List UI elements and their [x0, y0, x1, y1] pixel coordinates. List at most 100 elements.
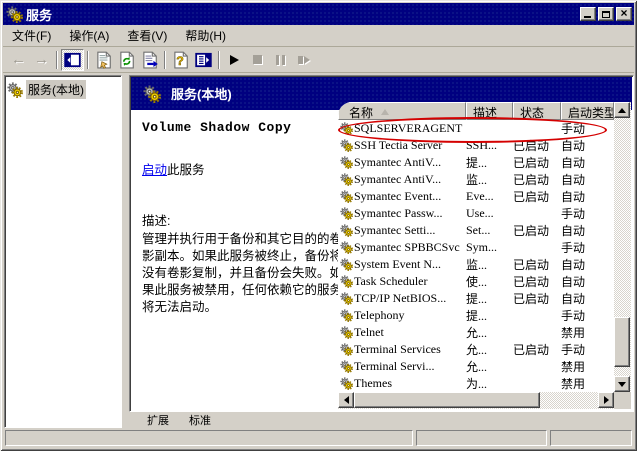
horizontal-scroll-thumb[interactable] — [354, 392, 540, 408]
scroll-left-icon — [344, 396, 349, 404]
maximize-button[interactable] — [598, 7, 614, 21]
service-row[interactable]: Symantec Passw... Use... 手动 — [338, 205, 614, 222]
tree-item-services-local[interactable]: 服务(本地) — [7, 80, 119, 99]
service-status: 已启动 — [513, 290, 561, 307]
column-header-startup-type[interactable]: 启动类型 — [561, 102, 614, 120]
menu-action[interactable]: 操作(A) — [60, 25, 118, 46]
service-startup-type: 自动 — [561, 188, 614, 205]
service-startup-type: 自动 — [561, 154, 614, 171]
refresh-icon — [117, 51, 136, 69]
service-gears-icon — [338, 326, 354, 339]
scrollbar-corner — [614, 392, 631, 409]
column-header-name[interactable]: 名称 — [338, 102, 466, 120]
service-description: 提... — [466, 307, 513, 324]
service-startup-type: 禁用 — [561, 375, 614, 392]
service-row[interactable]: Task Scheduler 使... 已启动 自动 — [338, 273, 614, 290]
column-name-label: 名称 — [349, 104, 373, 121]
show-console-tree-button[interactable] — [61, 49, 84, 71]
service-startup-type: 自动 — [561, 290, 614, 307]
vertical-scrollbar[interactable] — [614, 102, 631, 392]
service-description: Sym... — [466, 240, 513, 255]
service-gears-icon — [338, 292, 354, 305]
services-window: 服务 × 文件(F) 操作(A) 查看(V) 帮助(H) ← → — [0, 0, 637, 451]
scroll-left-button[interactable] — [338, 392, 354, 408]
service-row[interactable]: SQLSERVERAGENT 手动 — [338, 120, 614, 137]
service-name: Themes — [354, 376, 466, 391]
service-name: Telephony — [354, 308, 466, 323]
export-list-button[interactable] — [138, 49, 161, 71]
service-name: Symantec Event... — [354, 189, 466, 204]
pane-header-label: 服务(本地) — [171, 84, 232, 103]
right-column: 服务(本地) Volume Shadow Copy 启动此服务 描述: 管理并执… — [129, 75, 634, 428]
service-row[interactable]: Telephony 提... 手动 — [338, 307, 614, 324]
service-startup-type: 自动 — [561, 137, 614, 154]
service-name: Symantec AntiV... — [354, 155, 466, 170]
service-name: System Event N... — [354, 257, 466, 272]
service-startup-type: 自动 — [561, 256, 614, 273]
services-list: 名称 描述 状态 启动类型 SQLSERVERAGENT 手动 SSH Tect… — [338, 102, 631, 409]
service-row[interactable]: TCP/IP NetBIOS... 提... 已启动 自动 — [338, 290, 614, 307]
service-startup-type: 禁用 — [561, 358, 614, 375]
service-description: 监... — [466, 171, 513, 188]
services-pane: 服务(本地) Volume Shadow Copy 启动此服务 描述: 管理并执… — [129, 75, 634, 412]
toolbar-separator — [87, 51, 89, 69]
service-row[interactable]: Themes 为... 禁用 — [338, 375, 614, 392]
scroll-up-icon — [618, 108, 626, 113]
scroll-down-button[interactable] — [614, 376, 630, 392]
service-name: Symantec Setti... — [354, 223, 466, 238]
services-node-icon — [7, 82, 23, 98]
service-row[interactable]: System Event N... 监... 已启动 自动 — [338, 256, 614, 273]
service-row[interactable]: SSH Tectia Server SSH... 已启动 自动 — [338, 137, 614, 154]
scroll-right-button[interactable] — [598, 392, 614, 408]
back-button[interactable]: ← — [7, 49, 30, 71]
service-description: 提... — [466, 154, 513, 171]
extended-description-pane: Volume Shadow Copy 启动此服务 描述: 管理并执行用于备份和其… — [142, 120, 342, 316]
service-row[interactable]: Terminal Services 允... 已启动 手动 — [338, 341, 614, 358]
service-name: TCP/IP NetBIOS... — [354, 291, 466, 306]
title-bar[interactable]: 服务 × — [3, 3, 634, 25]
service-row[interactable]: Telnet 允... 禁用 — [338, 324, 614, 341]
service-row[interactable]: Symantec AntiV... 提... 已启动 自动 — [338, 154, 614, 171]
restart-service-button[interactable] — [292, 49, 315, 71]
menu-help[interactable]: 帮助(H) — [176, 25, 235, 46]
vertical-scroll-thumb[interactable] — [614, 317, 630, 367]
menu-file[interactable]: 文件(F) — [3, 25, 60, 46]
show-action-pane-button[interactable] — [192, 49, 215, 71]
service-row[interactable]: Symantec Setti... Set... 已启动 自动 — [338, 222, 614, 239]
service-name: SQLSERVERAGENT — [354, 121, 466, 136]
forward-button[interactable]: → — [30, 49, 53, 71]
tab-standard[interactable]: 标准 — [176, 412, 224, 427]
column-header-description[interactable]: 描述 — [466, 102, 513, 120]
minimize-button[interactable] — [580, 7, 596, 21]
column-startup-label: 启动类型 — [568, 104, 614, 121]
start-service-link[interactable]: 启动 — [142, 163, 167, 177]
service-row[interactable]: Symantec AntiV... 监... 已启动 自动 — [338, 171, 614, 188]
services-header-icon — [143, 85, 161, 103]
service-gears-icon — [338, 173, 354, 186]
service-description: Use... — [466, 206, 513, 221]
list-rows: SQLSERVERAGENT 手动 SSH Tectia Server SSH.… — [338, 120, 614, 392]
service-row[interactable]: Symantec Event... Eve... 已启动 自动 — [338, 188, 614, 205]
service-name: SSH Tectia Server — [354, 138, 466, 153]
menu-view[interactable]: 查看(V) — [118, 25, 176, 46]
help-button[interactable]: ? — [169, 49, 192, 71]
service-description: Set... — [466, 223, 513, 238]
service-row[interactable]: Symantec SPBBCSvc Sym... 手动 — [338, 239, 614, 256]
service-status: 已启动 — [513, 222, 561, 239]
close-button[interactable]: × — [616, 7, 632, 21]
description-text: 管理并执行用于备份和其它目的的卷影副本。如果此服务被终止，备份将没有卷影复制，并… — [142, 231, 342, 316]
stop-service-button[interactable] — [246, 49, 269, 71]
service-name: Terminal Services — [354, 342, 466, 357]
start-service-button[interactable] — [223, 49, 246, 71]
scroll-up-button[interactable] — [614, 102, 630, 118]
service-row[interactable]: Terminal Servi... 允... 禁用 — [338, 358, 614, 375]
tab-extended[interactable]: 扩展 — [134, 412, 182, 427]
window-title: 服务 — [26, 5, 578, 24]
horizontal-scrollbar[interactable] — [338, 392, 614, 409]
refresh-button[interactable] — [115, 49, 138, 71]
pause-service-button[interactable] — [269, 49, 292, 71]
column-header-status[interactable]: 状态 — [513, 102, 561, 120]
service-gears-icon — [338, 156, 354, 169]
export-list-icon — [140, 51, 159, 69]
properties-button[interactable] — [92, 49, 115, 71]
